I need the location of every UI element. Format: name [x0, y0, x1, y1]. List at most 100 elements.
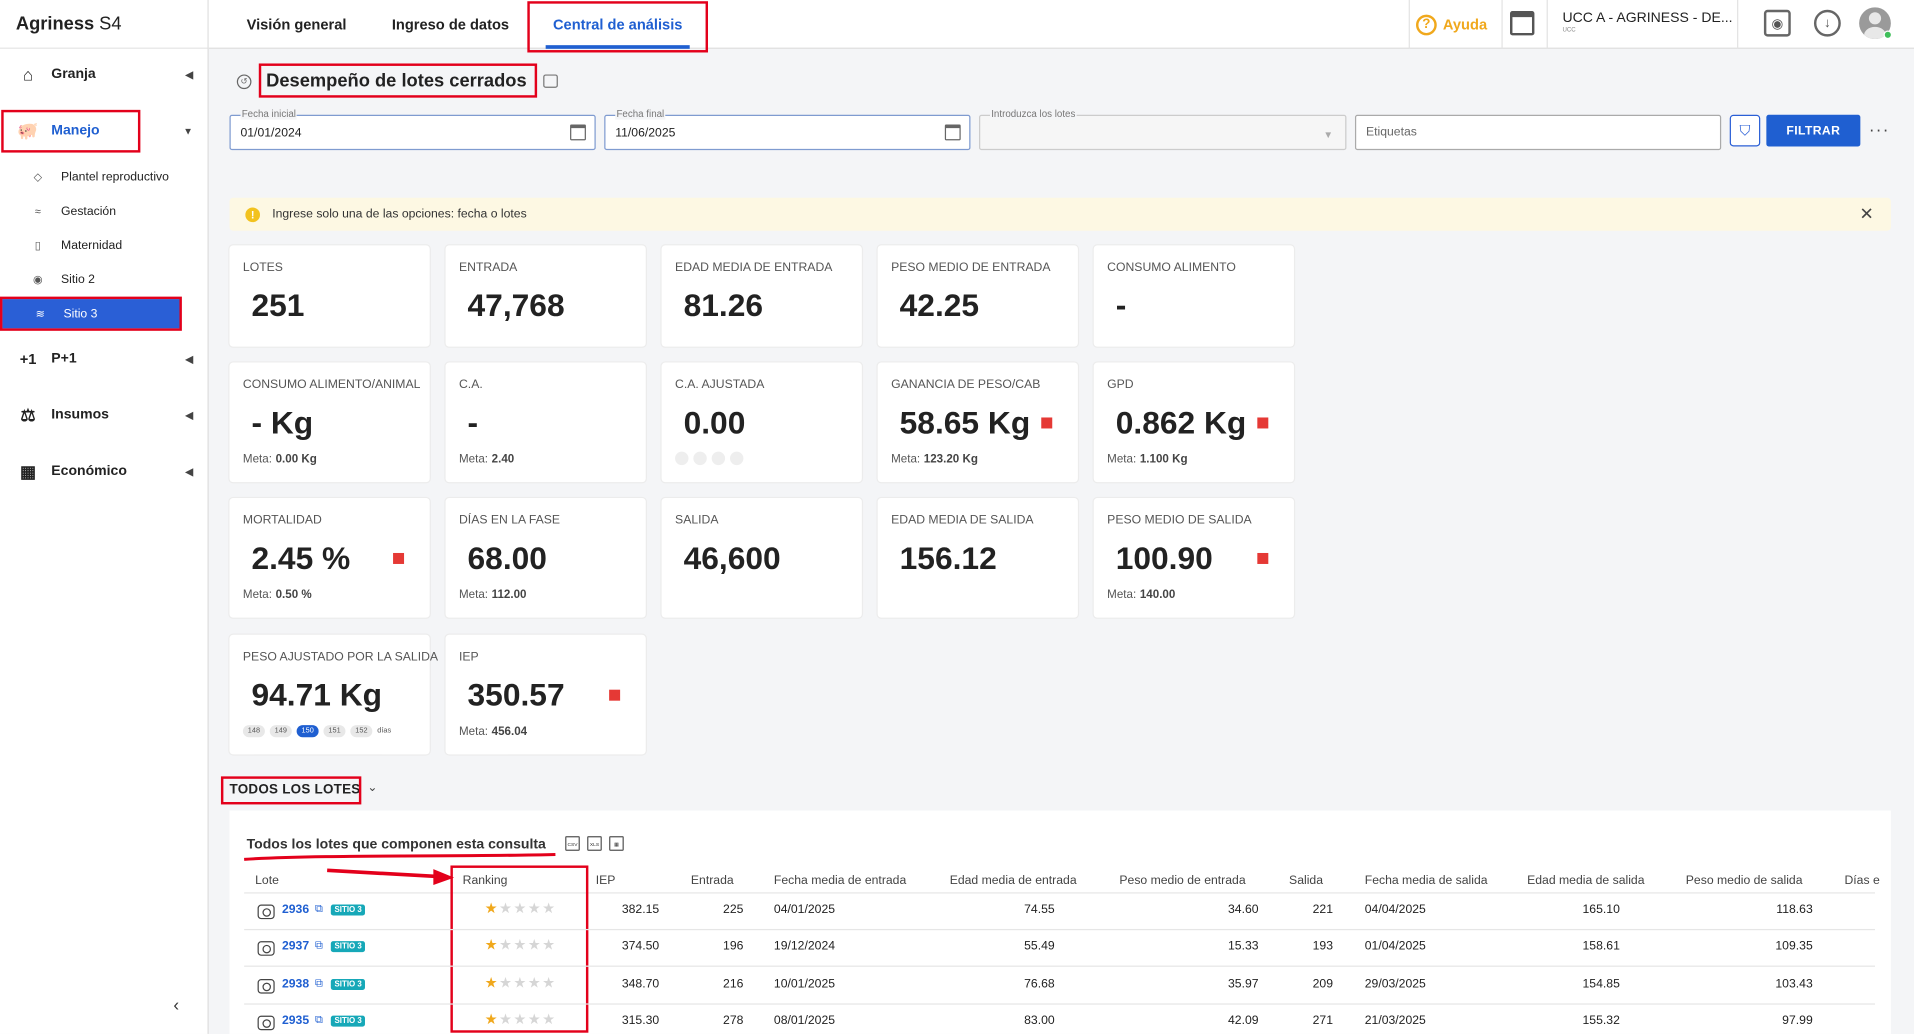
column-header[interactable]: Peso medio de salida [1686, 874, 1803, 887]
day-pill[interactable]: 151 [323, 725, 346, 738]
column-header[interactable]: Fecha media de salida [1365, 874, 1488, 887]
field-label: Fecha inicial [240, 108, 298, 120]
tab-central-analisis[interactable]: Central de análisis [545, 0, 690, 49]
kpi-meta: Meta: 0.50 % [242, 588, 312, 602]
column-header[interactable]: Fecha media de entrada [774, 874, 906, 887]
sidebar-item-manejo[interactable]: 🐖 Manejo ▼ [0, 115, 209, 147]
calendar-icon[interactable] [570, 124, 586, 141]
tab-vision-general[interactable]: Visión general [247, 0, 347, 49]
column-header[interactable]: Ranking [463, 874, 508, 887]
view-icon[interactable] [257, 904, 275, 920]
xlsx-export-icon[interactable]: XLS [587, 836, 602, 851]
column-header[interactable]: Salida [1289, 874, 1323, 887]
lot-link[interactable]: 2938 [282, 977, 309, 990]
view-icon[interactable] [257, 941, 275, 957]
csv-export-icon[interactable]: CSV [565, 836, 580, 851]
view-icon[interactable] [257, 1015, 275, 1031]
caret-left-icon: ◀ [185, 353, 193, 365]
back-icon[interactable]: ↺ [236, 74, 252, 90]
sidebar-item-granja[interactable]: ⌂ Granja ◀ [0, 59, 209, 91]
external-link-icon[interactable]: ⧉ [315, 976, 323, 989]
farm-selector[interactable]: UCC A - AGRINESS - DE... UCC [1562, 11, 1732, 34]
row-divider [244, 928, 1875, 931]
close-icon[interactable]: ✕ [1859, 204, 1873, 225]
divider [1408, 0, 1410, 49]
sidebar-subitem-gestacion[interactable]: ≈ Gestación [0, 198, 183, 225]
column-header[interactable]: IEP [596, 874, 616, 887]
star-empty-icon: ★ [527, 936, 543, 954]
filter-button[interactable]: FILTRAR [1766, 114, 1861, 147]
kpi-value: - [467, 404, 479, 441]
more-options-icon[interactable]: ··· [1869, 120, 1890, 140]
calendar-icon[interactable] [1510, 10, 1535, 36]
columns-config-icon[interactable]: ▦ [609, 836, 624, 851]
star-empty-icon: ★ [527, 973, 543, 991]
download-icon[interactable]: ↓ [1813, 9, 1841, 37]
kpi-value: 81.26 [683, 286, 764, 324]
scan-icon[interactable]: ◉ [1763, 9, 1791, 37]
alert-message: Ingrese solo una de las opciones: fecha … [272, 207, 527, 221]
sidebar-item-p1[interactable]: +1 P+1 ◀ [0, 343, 209, 375]
page-title: Desempeño de lotes cerrados [266, 70, 527, 92]
column-header[interactable]: Peso medio de entrada [1119, 874, 1245, 887]
tags-input[interactable]: Etiquetas [1354, 114, 1722, 151]
print-icon[interactable] [543, 74, 558, 88]
alert-flag-icon [609, 689, 621, 701]
sow-icon: ◇ [33, 170, 43, 183]
day-pill[interactable]: 149 [269, 725, 292, 738]
column-header[interactable]: Edad media de entrada [950, 874, 1077, 887]
kpi-meta: Meta: 2.40 [458, 452, 515, 467]
kpi-card-edad-entrada: EDAD MEDIA DE ENTRADA 81.26 [661, 245, 862, 347]
star-empty-icon: ★ [513, 936, 528, 954]
sidebar-subitem-sitio-2[interactable]: ◉ Sitio 2 [0, 266, 183, 293]
app-brand[interactable]: Agriness S4 [0, 0, 208, 49]
sidebar-subitem-plantel[interactable]: ◇ Plantel reproductivo [0, 164, 183, 191]
end-date-field[interactable]: Fecha final 11/06/2025 [604, 108, 971, 151]
divider [1546, 0, 1548, 49]
column-header[interactable]: Lote [255, 874, 279, 887]
column-header[interactable]: Edad media de salida [1527, 874, 1644, 887]
star-empty-icon: ★ [527, 899, 543, 917]
calendar-icon[interactable] [944, 124, 961, 141]
cell-peso-salida: 103.43 [1775, 977, 1813, 991]
lot-link[interactable]: 2935 [282, 1014, 309, 1027]
view-icon[interactable] [257, 978, 275, 994]
external-link-icon[interactable]: ⧉ [315, 1013, 323, 1026]
sidebar-item-economico[interactable]: ▦ Económico ◀ [0, 455, 209, 487]
day-pill-selected[interactable]: 150 [296, 725, 319, 738]
filter-add-icon[interactable]: ⛉ [1729, 114, 1761, 147]
sidebar-subitem-sitio-3[interactable]: ≋ Sitio 3 [2, 299, 181, 329]
help-button[interactable]: ? Ayuda [1416, 11, 1497, 38]
kpi-value: 42.25 [899, 286, 980, 324]
ranking-stars: ★★★★★ [485, 1011, 557, 1028]
column-header[interactable]: Entrada [691, 874, 734, 887]
kpi-title: C.A. AJUSTADA [675, 378, 765, 392]
sidebar-subitem-maternidad[interactable]: ▯ Maternidad [0, 232, 183, 259]
collapse-sidebar-icon[interactable]: ‹ [173, 995, 179, 1015]
section-title[interactable]: TODOS LOS LOTES [229, 782, 360, 797]
sidebar-subitem-label: Sitio 2 [61, 272, 95, 287]
kpi-value: 94.71 Kg [251, 676, 383, 713]
cell-peso-salida: 118.63 [1776, 903, 1813, 917]
external-link-icon[interactable]: ⧉ [315, 902, 323, 915]
chevron-down-icon[interactable]: ⌄ [367, 781, 377, 794]
day-pill[interactable]: 148 [242, 725, 265, 738]
cell-fecha-entrada: 19/12/2024 [773, 940, 836, 954]
external-link-icon[interactable]: ⧉ [315, 939, 323, 952]
lots-select[interactable]: Introduzca los lotes ▼ [979, 108, 1347, 151]
sidebar-subitem-label: Gestación [61, 204, 117, 218]
day-pill[interactable]: 152 [350, 725, 373, 738]
start-date-field[interactable]: Fecha inicial 01/01/2024 [229, 108, 596, 151]
kpi-value: - [1115, 286, 1127, 324]
column-header[interactable]: Días e [1844, 874, 1879, 887]
lot-link[interactable]: 2937 [282, 940, 309, 953]
farm-name: UCC A - AGRINESS - DE... [1562, 10, 1733, 26]
ca-weight-selector[interactable] [675, 451, 744, 466]
tab-ingreso-datos[interactable]: Ingreso de datos [392, 0, 509, 49]
sidebar-item-insumos[interactable]: ⚖ Insumos ◀ [0, 399, 209, 431]
kpi-title: PESO MEDIO DE SALIDA [1107, 513, 1252, 528]
kpi-card-edad-salida: EDAD MEDIA DE SALIDA 156.12 [877, 498, 1078, 618]
kpi-meta: Meta: 456.04 [458, 725, 528, 739]
field-value: 11/06/2025 [615, 126, 676, 141]
lot-link[interactable]: 2936 [282, 903, 309, 916]
